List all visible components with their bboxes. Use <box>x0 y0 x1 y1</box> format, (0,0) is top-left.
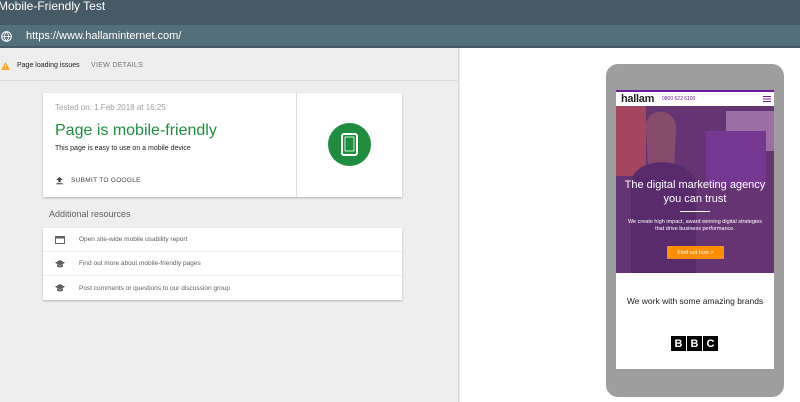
app-header: Mobile-Friendly Test <box>0 0 800 25</box>
phone-frame: hallam 0800 622 6100 The digital marketi… <box>606 64 784 397</box>
card-divider <box>296 93 297 197</box>
hamburger-menu-icon <box>763 96 771 102</box>
warning-icon <box>1 62 10 70</box>
tested-on-timestamp: Tested on: 1 Feb 2018 at 16:25 <box>55 103 166 112</box>
resource-label: Find out more about mobile-friendly page… <box>79 260 201 267</box>
site-logo: hallam <box>621 93 655 105</box>
page-loading-issues-bar: Page loading issues VIEW DETAILS <box>0 48 459 81</box>
result-heading: Page is mobile-friendly <box>55 122 217 139</box>
resource-item-discussion-group[interactable]: Post comments or questions to our discus… <box>43 276 402 300</box>
tested-url: https://www.hallaminternet.com/ <box>26 30 182 42</box>
mobile-friendly-badge <box>328 123 371 166</box>
site-phone-number: 0800 622 6100 <box>662 96 696 102</box>
report-icon <box>55 235 65 244</box>
site-header: hallam 0800 622 6100 <box>616 90 774 106</box>
results-pane: Page loading issues VIEW DETAILS Tested … <box>0 48 459 402</box>
issue-text: Page loading issues <box>17 62 80 69</box>
hero-text: We create high impact, award winning dig… <box>627 219 763 232</box>
bbc-logo: B B C <box>671 336 718 351</box>
submit-label: SUBMIT TO GOOGLE <box>71 176 141 184</box>
resources-list: Open site-wide mobile usability report F… <box>43 228 402 300</box>
bbc-letter: B <box>687 336 702 351</box>
hero-divider <box>680 211 710 212</box>
url-bar: https://www.hallaminternet.com/ <box>0 25 800 48</box>
resource-label: Post comments or questions to our discus… <box>79 284 231 292</box>
result-subtext: This page is easy to use on a mobile dev… <box>55 145 191 152</box>
bbc-letter: B <box>671 336 686 351</box>
result-card: Tested on: 1 Feb 2018 at 16:25 Page is m… <box>43 93 402 197</box>
bbc-letter: C <box>703 336 718 351</box>
hero-banner: The digital marketing agency you can tru… <box>616 106 774 273</box>
brands-title: We work with some amazing brands <box>626 296 764 306</box>
smartphone-icon <box>341 133 358 156</box>
submit-to-google-button[interactable]: SUBMIT TO GOOGLE <box>55 174 141 186</box>
school-icon <box>55 284 65 292</box>
view-details-button[interactable]: VIEW DETAILS <box>91 62 143 69</box>
resource-item-usability-report[interactable]: Open site-wide mobile usability report <box>43 228 402 252</box>
school-icon <box>55 259 65 267</box>
additional-resources-title: Additional resources <box>49 209 131 219</box>
globe-icon <box>1 31 12 42</box>
resource-label: Open site-wide mobile usability report <box>79 236 188 243</box>
app-title: Mobile-Friendly Test <box>0 0 106 13</box>
hero-title: The digital marketing agency you can tru… <box>624 179 766 205</box>
upload-icon <box>56 176 63 184</box>
resource-item-mobile-friendly-info[interactable]: Find out more about mobile-friendly page… <box>43 252 402 276</box>
preview-pane: hallam 0800 622 6100 The digital marketi… <box>460 48 800 402</box>
find-out-how-button[interactable]: Find out how > <box>667 246 724 259</box>
page-screenshot[interactable]: hallam 0800 622 6100 The digital marketi… <box>616 90 774 369</box>
